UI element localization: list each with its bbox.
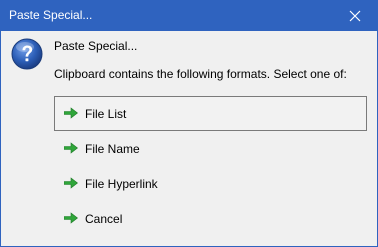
close-button[interactable] <box>333 1 377 31</box>
window-title: Paste Special... <box>9 8 93 22</box>
option-label: Cancel <box>85 212 123 226</box>
paste-special-dialog: Paste Special... Paste Special... Clipbo… <box>0 0 378 247</box>
option-file-list[interactable]: File List <box>54 96 367 131</box>
title-bar[interactable]: Paste Special... <box>1 1 377 31</box>
green-arrow-icon <box>64 177 78 189</box>
option-label: File Name <box>85 142 140 156</box>
close-icon <box>349 10 361 22</box>
option-file-name[interactable]: File Name <box>54 131 367 166</box>
option-cancel[interactable]: Cancel <box>54 201 367 236</box>
green-arrow-icon <box>64 212 78 224</box>
option-file-hyperlink[interactable]: File Hyperlink <box>54 166 367 201</box>
help-question-icon <box>11 38 43 70</box>
format-options: File List File Name File Hyperlink Cance… <box>54 96 367 236</box>
green-arrow-icon <box>64 107 78 119</box>
option-label: File List <box>85 107 127 121</box>
dialog-heading: Paste Special... <box>54 39 138 53</box>
option-label: File Hyperlink <box>85 177 158 191</box>
dialog-instruction: Clipboard contains the following formats… <box>54 67 347 81</box>
green-arrow-icon <box>64 142 78 154</box>
dialog-content: Paste Special... Clipboard contains the … <box>1 31 377 246</box>
